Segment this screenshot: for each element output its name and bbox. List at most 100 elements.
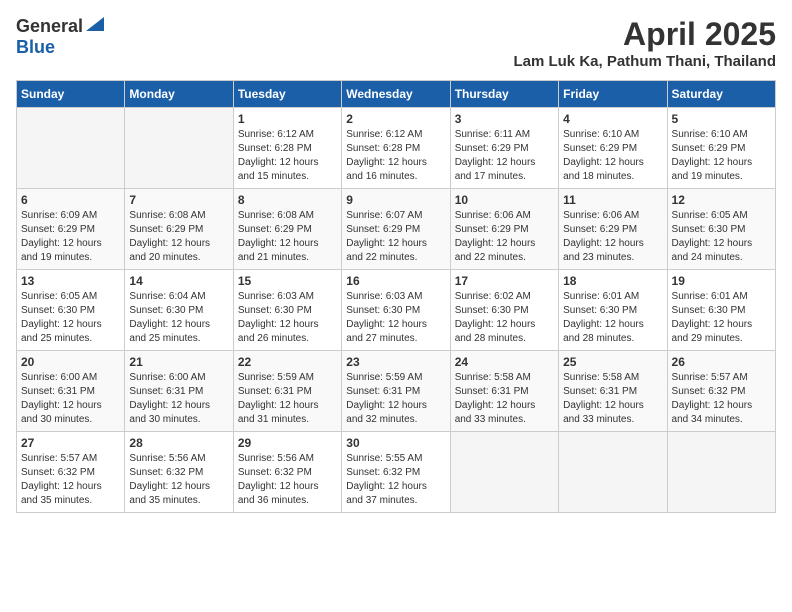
day-info: Sunrise: 5:59 AM Sunset: 6:31 PM Dayligh…	[346, 371, 445, 427]
day-info: Sunrise: 5:57 AM Sunset: 6:32 PM Dayligh…	[672, 371, 771, 427]
calendar-cell: 13 Sunrise: 6:05 AM Sunset: 6:30 PM Dayli…	[17, 270, 125, 351]
calendar-cell: 20Sunrise: 6:00 AM Sunset: 6:31 PM Dayli…	[17, 351, 125, 432]
calendar-cell: 16 Sunrise: 6:03 AM Sunset: 6:30 PM Dayli…	[342, 270, 450, 351]
logo-general-text: General	[16, 16, 83, 37]
day-info: Sunrise: 5:55 AM Sunset: 6:32 PM Dayligh…	[346, 452, 445, 508]
day-number: 12	[672, 193, 771, 207]
day-number: 21	[129, 355, 228, 369]
day-info: Sunrise: 6:00 AM Sunset: 6:31 PM Dayligh…	[129, 371, 228, 427]
calendar-cell: 25Sunrise: 5:58 AM Sunset: 6:31 PM Dayli…	[559, 351, 667, 432]
calendar-cell: 3 Sunrise: 6:11 AM Sunset: 6:29 PM Daylig…	[450, 108, 558, 189]
logo-triangle-icon	[86, 17, 104, 36]
day-number: 6	[21, 193, 120, 207]
day-number: 8	[238, 193, 337, 207]
day-of-week-header: Friday	[559, 81, 667, 108]
calendar-cell: 18Sunrise: 6:01 AM Sunset: 6:30 PM Dayli…	[559, 270, 667, 351]
day-info: Sunrise: 5:58 AM Sunset: 6:31 PM Dayligh…	[455, 371, 554, 427]
day-info: Sunrise: 6:10 AM Sunset: 6:29 PM Dayligh…	[672, 128, 771, 184]
day-info: Sunrise: 6:08 AM Sunset: 6:29 PM Dayligh…	[129, 209, 228, 265]
calendar-cell	[450, 432, 558, 513]
day-info: Sunrise: 6:10 AM Sunset: 6:29 PM Dayligh…	[563, 128, 662, 184]
calendar-cell: 21 Sunrise: 6:00 AM Sunset: 6:31 PM Dayli…	[125, 351, 233, 432]
day-of-week-header: Sunday	[17, 81, 125, 108]
location-subtitle: Lam Luk Ka, Pathum Thani, Thailand	[513, 53, 776, 70]
month-title: April 2025	[513, 16, 776, 53]
day-info: Sunrise: 6:02 AM Sunset: 6:30 PM Dayligh…	[455, 290, 554, 346]
day-info: Sunrise: 6:09 AM Sunset: 6:29 PM Dayligh…	[21, 209, 120, 265]
day-info: Sunrise: 5:58 AM Sunset: 6:31 PM Dayligh…	[563, 371, 662, 427]
day-info: Sunrise: 6:08 AM Sunset: 6:29 PM Dayligh…	[238, 209, 337, 265]
calendar-cell: 22 Sunrise: 5:59 AM Sunset: 6:31 PM Dayli…	[233, 351, 341, 432]
calendar-cell: 12 Sunrise: 6:05 AM Sunset: 6:30 PM Dayli…	[667, 189, 775, 270]
calendar-cell: 5 Sunrise: 6:10 AM Sunset: 6:29 PM Daylig…	[667, 108, 775, 189]
calendar-week-row: 20 Sunrise: 6:00 AM Sunset: 6:31 PM Dayli…	[17, 351, 776, 432]
logo: General Blue	[16, 16, 104, 58]
day-of-week-header: Saturday	[667, 81, 775, 108]
day-number: 4	[563, 112, 662, 126]
day-of-week-header: Tuesday	[233, 81, 341, 108]
day-info: Sunrise: 6:03 AM Sunset: 6:30 PM Dayligh…	[238, 290, 337, 346]
day-number: 17	[455, 274, 554, 288]
day-number: 5	[672, 112, 771, 126]
calendar-week-row: 13 Sunrise: 6:05 AM Sunset: 6:30 PM Dayli…	[17, 270, 776, 351]
day-info: Sunrise: 6:05 AM Sunset: 6:30 PM Dayligh…	[672, 209, 771, 265]
day-number: 20	[21, 355, 120, 369]
day-number: 13	[21, 274, 120, 288]
day-number: 28	[129, 436, 228, 450]
day-info: Sunrise: 6:04 AM Sunset: 6:30 PM Dayligh…	[129, 290, 228, 346]
calendar-cell: 6 Sunrise: 6:09 AM Sunset: 6:29 PM Daylig…	[17, 189, 125, 270]
calendar-cell	[125, 108, 233, 189]
day-number: 26	[672, 355, 771, 369]
day-info: Sunrise: 5:57 AM Sunset: 6:32 PM Dayligh…	[21, 452, 120, 508]
calendar-table: SundayMondayTuesdayWednesdayThursdayFrid…	[16, 80, 776, 513]
calendar-cell: 19Sunrise: 6:01 AM Sunset: 6:30 PM Dayli…	[667, 270, 775, 351]
calendar-week-row: 27Sunrise: 5:57 AM Sunset: 6:32 PM Dayli…	[17, 432, 776, 513]
day-number: 30	[346, 436, 445, 450]
day-info: Sunrise: 6:01 AM Sunset: 6:30 PM Dayligh…	[672, 290, 771, 346]
day-number: 10	[455, 193, 554, 207]
day-info: Sunrise: 6:11 AM Sunset: 6:29 PM Dayligh…	[455, 128, 554, 184]
day-number: 22	[238, 355, 337, 369]
day-number: 23	[346, 355, 445, 369]
calendar-cell	[17, 108, 125, 189]
day-number: 15	[238, 274, 337, 288]
calendar-cell: 27Sunrise: 5:57 AM Sunset: 6:32 PM Dayli…	[17, 432, 125, 513]
day-number: 7	[129, 193, 228, 207]
day-number: 11	[563, 193, 662, 207]
day-number: 3	[455, 112, 554, 126]
day-info: Sunrise: 5:56 AM Sunset: 6:32 PM Dayligh…	[238, 452, 337, 508]
day-info: Sunrise: 6:05 AM Sunset: 6:30 PM Dayligh…	[21, 290, 120, 346]
calendar-cell: 10Sunrise: 6:06 AM Sunset: 6:29 PM Dayli…	[450, 189, 558, 270]
calendar-cell: 2Sunrise: 6:12 AM Sunset: 6:28 PM Daylig…	[342, 108, 450, 189]
day-info: Sunrise: 5:56 AM Sunset: 6:32 PM Dayligh…	[129, 452, 228, 508]
calendar-week-row: 1 Sunrise: 6:12 AM Sunset: 6:28 PM Daylig…	[17, 108, 776, 189]
day-number: 1	[238, 112, 337, 126]
calendar-cell: 1 Sunrise: 6:12 AM Sunset: 6:28 PM Daylig…	[233, 108, 341, 189]
logo-blue-text: Blue	[16, 37, 55, 57]
day-of-week-header: Wednesday	[342, 81, 450, 108]
day-number: 18	[563, 274, 662, 288]
calendar-cell	[667, 432, 775, 513]
day-info: Sunrise: 6:12 AM Sunset: 6:28 PM Dayligh…	[238, 128, 337, 184]
day-number: 9	[346, 193, 445, 207]
day-info: Sunrise: 6:03 AM Sunset: 6:30 PM Dayligh…	[346, 290, 445, 346]
day-info: Sunrise: 6:06 AM Sunset: 6:29 PM Dayligh…	[563, 209, 662, 265]
calendar-cell: 4 Sunrise: 6:10 AM Sunset: 6:29 PM Daylig…	[559, 108, 667, 189]
day-info: Sunrise: 5:59 AM Sunset: 6:31 PM Dayligh…	[238, 371, 337, 427]
calendar-cell: 28 Sunrise: 5:56 AM Sunset: 6:32 PM Dayli…	[125, 432, 233, 513]
day-info: Sunrise: 6:12 AM Sunset: 6:28 PM Dayligh…	[346, 128, 445, 184]
calendar-header-row: SundayMondayTuesdayWednesdayThursdayFrid…	[17, 81, 776, 108]
day-number: 14	[129, 274, 228, 288]
day-number: 24	[455, 355, 554, 369]
calendar-cell: 26 Sunrise: 5:57 AM Sunset: 6:32 PM Dayli…	[667, 351, 775, 432]
day-of-week-header: Monday	[125, 81, 233, 108]
calendar-cell: 8 Sunrise: 6:08 AM Sunset: 6:29 PM Daylig…	[233, 189, 341, 270]
title-area: April 2025 Lam Luk Ka, Pathum Thani, Tha…	[513, 16, 776, 70]
day-info: Sunrise: 6:07 AM Sunset: 6:29 PM Dayligh…	[346, 209, 445, 265]
calendar-cell: 23 Sunrise: 5:59 AM Sunset: 6:31 PM Dayli…	[342, 351, 450, 432]
calendar-cell: 7 Sunrise: 6:08 AM Sunset: 6:29 PM Daylig…	[125, 189, 233, 270]
calendar-cell: 9 Sunrise: 6:07 AM Sunset: 6:29 PM Daylig…	[342, 189, 450, 270]
day-number: 16	[346, 274, 445, 288]
calendar-cell: 24 Sunrise: 5:58 AM Sunset: 6:31 PM Dayli…	[450, 351, 558, 432]
calendar-cell: 29Sunrise: 5:56 AM Sunset: 6:32 PM Dayli…	[233, 432, 341, 513]
